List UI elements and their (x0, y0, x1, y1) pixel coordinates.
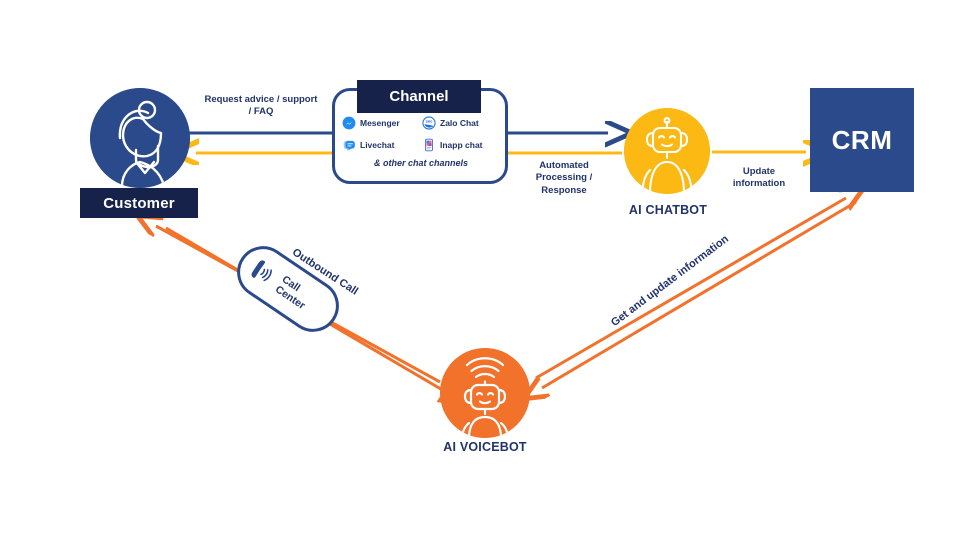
channel-footer-text: & other chat channels (373, 158, 469, 168)
robot-headset-wifi-icon (440, 348, 530, 438)
crm-box[interactable]: CRM (810, 88, 914, 192)
channel-row: Livechat Inapp chat (336, 134, 506, 156)
edge-get-and-update-information (536, 198, 856, 388)
channel-item-livechat[interactable]: Livechat (336, 138, 422, 152)
channel-row: Mesenger zalo Zalo Chat (336, 112, 506, 134)
channel-item-inapp-chat[interactable]: Inapp chat (422, 138, 506, 152)
customer-node[interactable] (90, 88, 190, 188)
channel-items-list: Mesenger zalo Zalo Chat Livechat Inapp c… (336, 112, 506, 168)
edge-label-update-information: Update information (732, 166, 786, 190)
woman-avatar-icon (90, 88, 190, 188)
edge-label-request-advice: Request advice / support / FAQ (204, 94, 318, 118)
channel-item-zalo[interactable]: zalo Zalo Chat (422, 116, 506, 130)
edge-label-automated-processing: Automated Processing / Response (535, 160, 593, 196)
channel-item-label: Zalo Chat (440, 118, 479, 128)
channel-item-messenger[interactable]: Mesenger (336, 116, 422, 130)
inapp-chat-icon (425, 138, 433, 152)
robot-headset-icon (624, 108, 710, 194)
messenger-icon (342, 116, 356, 130)
ai-chatbot-node[interactable] (624, 108, 710, 194)
livechat-icon (343, 140, 355, 151)
customer-label: Customer (80, 188, 198, 218)
ai-voicebot-label: AI VOICEBOT (443, 440, 527, 454)
channel-item-label: Mesenger (360, 118, 400, 128)
svg-text:zalo: zalo (426, 120, 433, 124)
diagram-canvas: Customer Channel Mesenger zalo Zalo Chat (0, 0, 960, 540)
phone-ringing-icon (251, 260, 272, 282)
zalo-icon: zalo (422, 116, 436, 130)
call-center-label: Call Center (273, 273, 314, 312)
ai-chatbot-label: AI CHATBOT (628, 203, 708, 217)
channel-item-label: Livechat (360, 140, 395, 150)
channel-item-label: Inapp chat (440, 140, 483, 150)
ai-voicebot-node[interactable] (440, 348, 530, 438)
channel-title: Channel (357, 80, 481, 113)
